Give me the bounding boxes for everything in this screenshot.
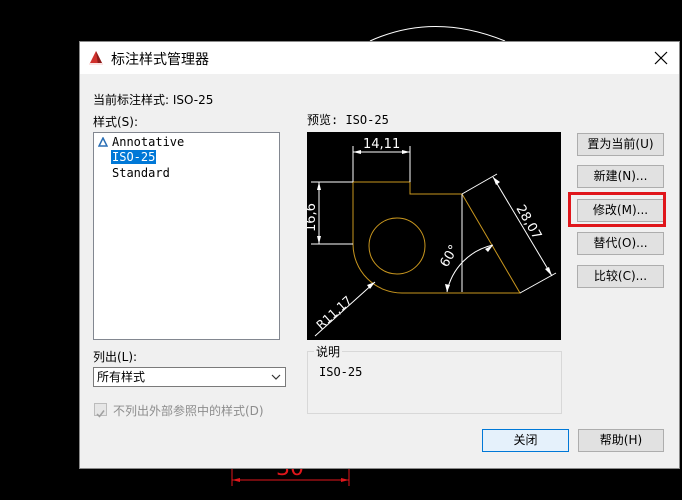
style-item-iso-25[interactable]: ISO-25: [111, 150, 157, 164]
exclude-xref-checkbox[interactable]: [94, 403, 107, 418]
compare-style-button[interactable]: 比较(C)...: [577, 265, 664, 288]
annotative-icon: [98, 137, 108, 147]
close-icon[interactable]: [651, 48, 671, 68]
current-style-label: 当前标注样式: ISO-25: [93, 93, 214, 107]
dialog-title: 标注样式管理器: [111, 52, 209, 68]
style-item-standard[interactable]: Standard: [112, 166, 170, 180]
list-label: 列出(L):: [93, 350, 138, 364]
style-item-annotative[interactable]: Annotative: [112, 135, 184, 149]
preview-label: 预览: ISO-25: [307, 113, 389, 127]
preview-width-dim: 14,11: [363, 137, 400, 152]
override-style-button[interactable]: 替代(O)...: [577, 232, 664, 255]
preview-drawing: 14,11 16,6 28,07 60° R11,17: [304, 137, 557, 337]
preview-angle-dim: 60°: [437, 243, 462, 270]
title-bar[interactable]: 标注样式管理器: [80, 42, 679, 74]
checkmark-icon: [96, 410, 105, 418]
close-dialog-button[interactable]: 关闭: [482, 429, 569, 452]
styles-label: 样式(S):: [93, 115, 139, 129]
help-button[interactable]: 帮助(H): [578, 429, 664, 452]
list-filter-combobox[interactable]: 所有样式: [93, 367, 286, 387]
exclude-xref-label: 不列出外部参照中的样式(D): [113, 404, 264, 418]
chevron-down-icon: [271, 374, 281, 380]
description-text: ISO-25: [319, 365, 363, 379]
list-filter-value: 所有样式: [97, 370, 146, 384]
preview-height-dim: 16,6: [307, 203, 319, 232]
dimension-style-manager-dialog: 标注样式管理器 当前标注样式: ISO-25 样式(S): 预览: ISO-25…: [79, 41, 680, 469]
modify-button-highlight: [568, 192, 666, 227]
description-groupbox: 说明 ISO-25: [307, 343, 562, 414]
set-current-button[interactable]: 置为当前(U): [577, 133, 664, 156]
preview-slant-dim: 28,07: [513, 203, 545, 243]
preview-radius-dim: R11,17: [314, 293, 355, 332]
autocad-app-icon: [89, 51, 103, 65]
description-label: 说明: [314, 343, 343, 360]
styles-listbox[interactable]: Annotative ISO-25 Standard: [93, 132, 280, 340]
new-style-button[interactable]: 新建(N)...: [577, 165, 664, 188]
style-preview-panel: 14,11 16,6 28,07 60° R11,17: [304, 132, 561, 340]
